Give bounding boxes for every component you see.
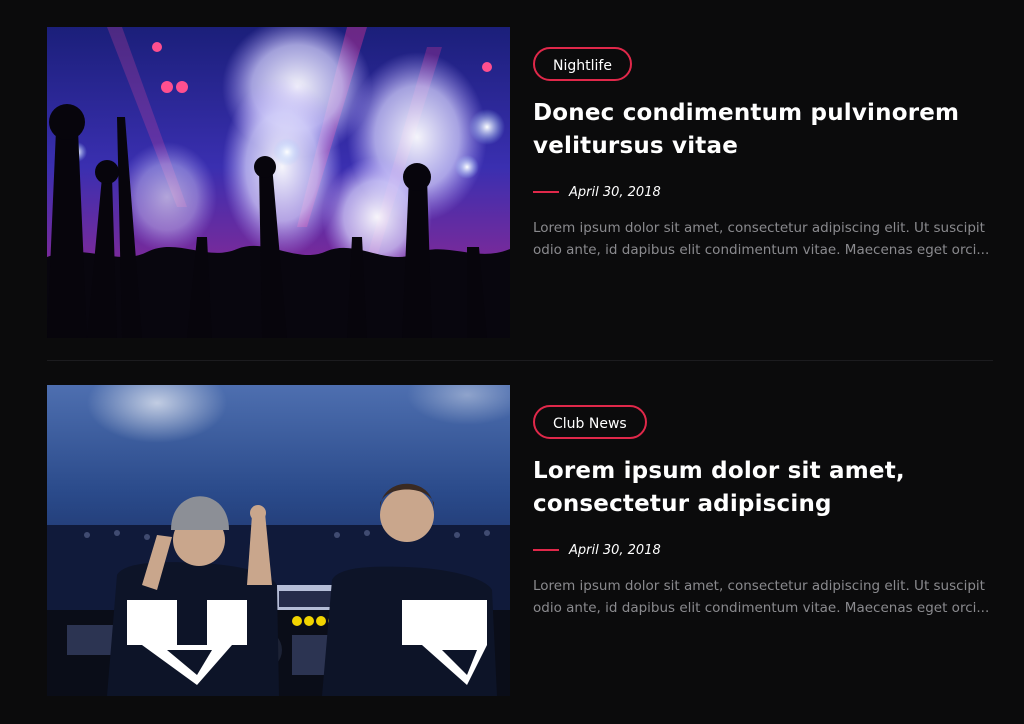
post-date: April 30, 2018 — [569, 542, 661, 558]
category-tag[interactable]: Club News — [533, 405, 647, 439]
date-accent-line — [533, 191, 559, 193]
post-excerpt: Lorem ipsum dolor sit amet, consectetur … — [533, 220, 990, 258]
post-date-row: April 30, 2018 — [533, 540, 661, 560]
post-card: Club News Lorem ipsum dolor sit amet, co… — [47, 385, 993, 696]
post-divider — [47, 360, 993, 361]
post-date: April 30, 2018 — [569, 184, 661, 200]
post-excerpt: Lorem ipsum dolor sit amet, consectetur … — [533, 578, 990, 616]
blog-list: Nightlife Donec condimentum pulvinorem v… — [0, 0, 1024, 724]
post-title[interactable]: Lorem ipsum dolor sit amet, consectetur … — [533, 455, 995, 521]
post-thumbnail-dj-booth[interactable] — [47, 385, 510, 696]
post-thumbnail-concert-crowd[interactable] — [47, 27, 510, 338]
category-tag[interactable]: Nightlife — [533, 47, 632, 81]
date-accent-line — [533, 549, 559, 551]
post-card: Nightlife Donec condimentum pulvinorem v… — [47, 27, 993, 338]
post-title[interactable]: Donec condimentum pulvinorem velitursus … — [533, 97, 995, 163]
post-date-row: April 30, 2018 — [533, 182, 661, 202]
